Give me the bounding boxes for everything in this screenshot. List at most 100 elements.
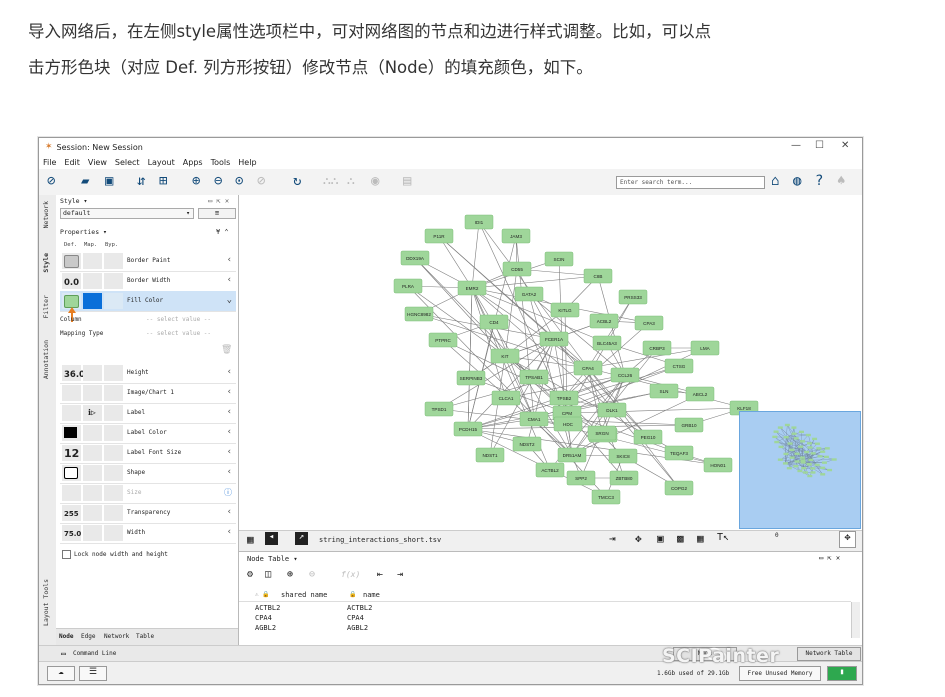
network-node[interactable]: TEQAF3	[664, 445, 694, 461]
refresh-icon[interactable]: ↻	[293, 173, 301, 189]
network-node[interactable]: SCIN	[544, 251, 574, 267]
chevron-left-icon[interactable]: ‹	[227, 255, 232, 265]
import-table-icon[interactable]: ⊞	[159, 173, 167, 189]
search-input[interactable]: Enter search term...	[616, 176, 765, 189]
network-node[interactable]: ZBTB80	[609, 470, 639, 486]
network-node[interactable]: LMA	[690, 340, 720, 356]
table-scrollbar[interactable]	[851, 602, 860, 638]
network-node[interactable]: ACTBL2	[535, 462, 565, 478]
export-icon[interactable]: ▤	[403, 173, 411, 189]
network-node[interactable]: CMA1	[519, 411, 549, 427]
network-node[interactable]: IDI1	[464, 214, 494, 230]
import-table-button-icon[interactable]: ⇤	[377, 569, 383, 580]
menu-tools[interactable]: Tools	[207, 156, 235, 169]
globe-icon[interactable]: ◍	[793, 173, 801, 189]
network-node[interactable]: C8B	[583, 268, 613, 284]
trash-icon[interactable]: 🗑	[221, 345, 232, 355]
help-icon[interactable]: ?	[815, 173, 823, 189]
network-node[interactable]: HGNC8982	[404, 306, 434, 322]
network-node[interactable]: DR51AM	[557, 447, 587, 463]
network-node[interactable]: SRGN	[587, 425, 617, 441]
fill-color-mapping-cell[interactable]	[83, 293, 102, 309]
tab-style[interactable]: Style	[42, 253, 50, 273]
column-name[interactable]: name	[363, 591, 380, 599]
transparency-value[interactable]: 255	[64, 510, 79, 518]
tab-edge[interactable]: Edge	[81, 633, 95, 640]
command-line-label[interactable]: Command Line	[73, 650, 116, 657]
property-row-fill-color[interactable]: Fill Color ⌄	[60, 291, 236, 312]
hide-icon[interactable]: ⛬⛬	[323, 173, 338, 189]
menu-select[interactable]: Select	[111, 156, 144, 169]
tab-layout-tools[interactable]: Layout Tools	[42, 579, 50, 626]
network-node[interactable]: HDC	[553, 416, 583, 432]
expand-collapse-icon[interactable]: ¥ ⌃	[216, 228, 229, 236]
cloud-icon[interactable]: ☁	[47, 666, 75, 681]
network-node[interactable]: CPA3	[634, 315, 664, 331]
network-node[interactable]: NDST1	[475, 447, 505, 463]
menu-edit[interactable]: Edit	[60, 156, 84, 169]
chevron-left-icon[interactable]: ‹	[227, 407, 232, 417]
hide-annotation-icon[interactable]: ▦	[697, 532, 704, 545]
network-canvas[interactable]: IDI1 P11R JAM3 DDX19A CD55 SCIN PLRA EMR2 C8B GAT…	[239, 195, 862, 530]
network-node[interactable]: ACBL2	[589, 313, 619, 329]
table-row[interactable]: AGBL2 AGBL2	[255, 624, 368, 632]
property-row-height[interactable]: 36.0 Height ‹	[60, 363, 236, 384]
zoom-selected-icon[interactable]: ⊘	[257, 173, 265, 189]
expand-icon[interactable]: ↗	[295, 532, 308, 545]
chevron-left-icon[interactable]: ‹	[227, 507, 232, 517]
network-node[interactable]: PRSS33	[618, 289, 648, 305]
settings-gear-icon[interactable]: ⚙	[247, 569, 253, 580]
network-node[interactable]: EMR2	[457, 280, 487, 296]
minimize-button[interactable]: —	[791, 140, 801, 151]
navigate-icon[interactable]: ✥	[839, 531, 856, 548]
home-icon[interactable]: ⌂	[771, 173, 779, 189]
lock-size-checkbox[interactable]	[62, 550, 71, 559]
network-node[interactable]: CD55	[502, 261, 532, 277]
network-overview-panel[interactable]	[739, 411, 861, 529]
network-node[interactable]: P11R	[424, 228, 454, 244]
chevron-left-icon[interactable]: ‹	[227, 427, 232, 437]
tab-table-style[interactable]: Table	[136, 633, 154, 640]
network-table-tab[interactable]: Network Table	[797, 647, 861, 661]
network-node[interactable]: COPG2	[664, 480, 694, 496]
network-node[interactable]: CLCA1	[491, 390, 521, 406]
chevron-left-icon[interactable]: ‹	[227, 275, 232, 285]
network-node[interactable]: TPSB2	[549, 390, 579, 406]
network-node[interactable]: SERPINB3	[456, 370, 486, 386]
export-table-icon[interactable]: ⇥	[397, 569, 403, 580]
close-button[interactable]: ✕	[841, 140, 849, 151]
border-paint-swatch[interactable]	[64, 255, 79, 268]
network-node[interactable]: TMCC3	[591, 489, 621, 505]
chevron-down-icon[interactable]: ⌄	[227, 295, 232, 305]
passthrough-mapping-icon[interactable]: ℹ▷	[88, 408, 96, 417]
open-folder-icon[interactable]: ▰	[81, 173, 89, 189]
maximize-button[interactable]: ☐	[815, 140, 824, 151]
mapping-column-select[interactable]: -- select value --	[146, 316, 211, 323]
menu-layout[interactable]: Layout	[144, 156, 179, 169]
notification-bell-icon[interactable]: ♠	[837, 173, 845, 189]
add-column-icon[interactable]: ⊕	[287, 569, 293, 580]
column-shared-name[interactable]: shared name	[281, 591, 327, 599]
export-network-icon[interactable]: ⇥	[609, 532, 616, 545]
menu-view[interactable]: View	[84, 156, 111, 169]
zoom-in-icon[interactable]: ⊕	[192, 173, 200, 189]
network-node[interactable]: ABCL2	[685, 386, 715, 402]
network-node[interactable]: CCL26	[610, 367, 640, 383]
columns-icon[interactable]: ◫	[265, 569, 271, 580]
style-dropdown-label[interactable]: Style ▾	[60, 197, 87, 205]
property-row-label-color[interactable]: Label Color ‹	[60, 423, 236, 444]
network-node[interactable]: CD4	[479, 314, 509, 330]
property-row-label[interactable]: ℹ▷ Label ‹	[60, 403, 236, 424]
zoom-fit-icon[interactable]: ⊙	[235, 173, 243, 189]
network-node[interactable]: PTPRC	[428, 332, 458, 348]
network-node[interactable]: KITLG	[550, 302, 580, 318]
tab-filter[interactable]: Filter	[42, 295, 50, 318]
network-edge[interactable]	[438, 235, 473, 289]
table-row[interactable]: ACTBL2 ACTBL2	[255, 604, 372, 612]
chevron-left-icon[interactable]: ‹	[227, 447, 232, 457]
network-node[interactable]: SKIC8	[608, 448, 638, 464]
network-node[interactable]: FCER1A	[539, 331, 569, 347]
chevron-left-icon[interactable]: ‹	[227, 467, 232, 477]
network-node[interactable]: HON01	[703, 457, 733, 473]
tab-network-style[interactable]: Network	[104, 633, 129, 640]
